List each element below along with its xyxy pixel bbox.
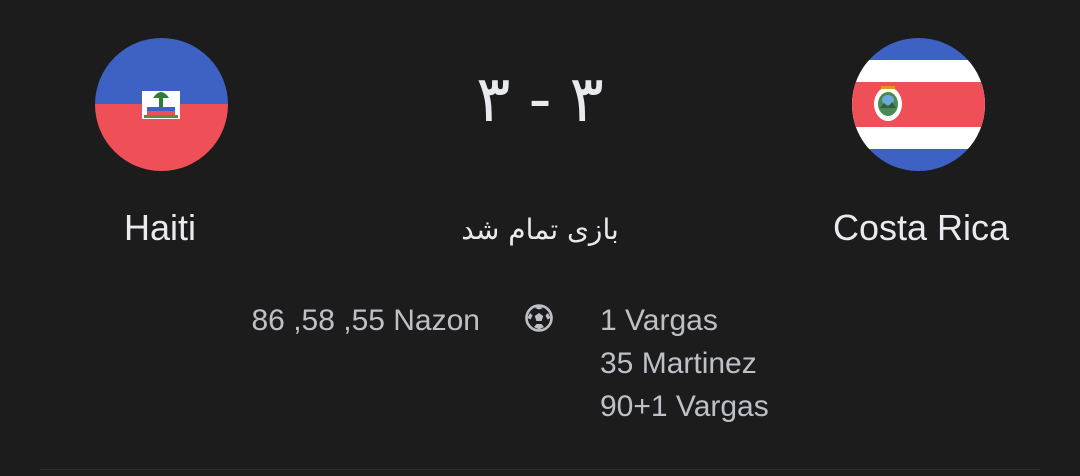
scorer-line: 1 Vargas xyxy=(600,304,718,337)
home-score: ۳ xyxy=(476,63,511,137)
score-separator: - xyxy=(528,63,552,137)
home-team-name[interactable]: Haiti xyxy=(124,206,196,250)
haiti-flag-icon[interactable] xyxy=(95,38,228,171)
away-team-name[interactable]: Costa Rica xyxy=(833,206,1009,250)
away-scorers: 1 Vargas 35 Martinez 90+1 Vargas xyxy=(600,299,769,428)
scorer-line: 90+1 Vargas xyxy=(600,390,769,423)
bottom-divider xyxy=(40,469,1040,470)
home-scorers: 86 ,58 ,55 Nazon xyxy=(251,299,480,342)
scorer-line: 86 ,58 ,55 Nazon xyxy=(251,304,480,337)
soccer-ball-icon xyxy=(524,303,554,333)
match-score: ۳-۳ xyxy=(440,62,640,138)
away-score: ۳ xyxy=(569,63,604,137)
match-status: بازی تمام شد xyxy=(461,213,619,246)
costa-rica-flag-icon[interactable] xyxy=(852,38,985,171)
scorer-line: 35 Martinez xyxy=(600,347,757,380)
